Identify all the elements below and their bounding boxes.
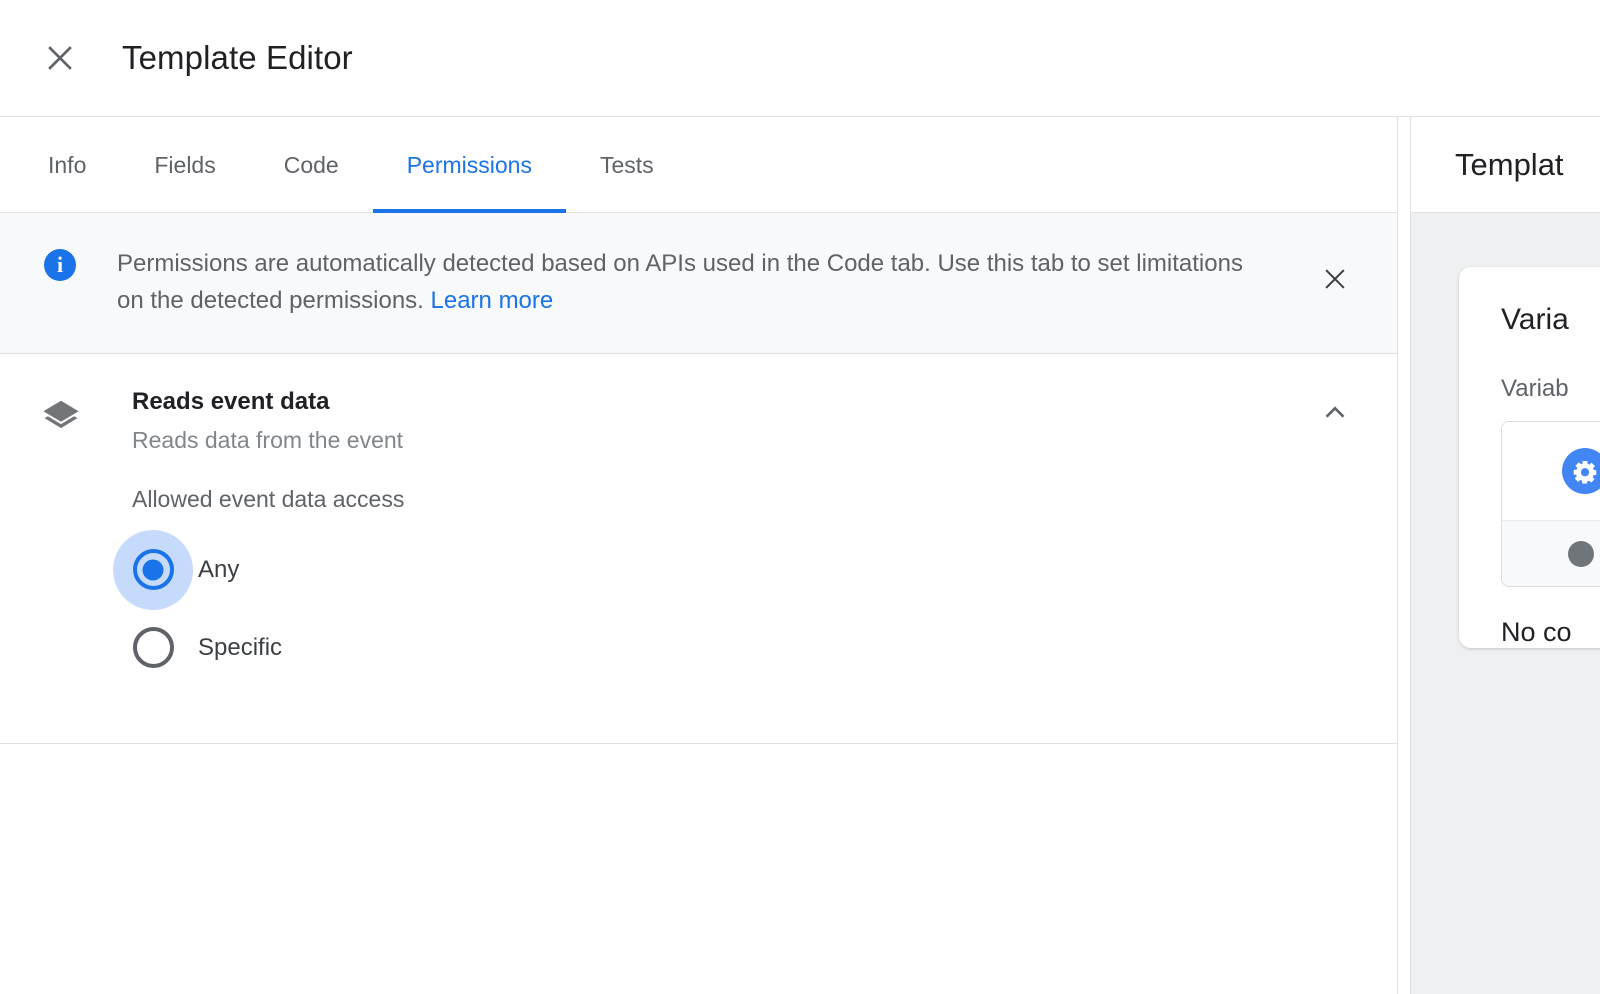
tab-label: Tests xyxy=(599,151,654,178)
tab-code[interactable]: Code xyxy=(250,117,373,213)
permission-body: Allowed event data access Any Specific xyxy=(0,476,1397,743)
variable-icon-glyph xyxy=(1573,461,1597,484)
preview-card: Varia Variab No co xyxy=(1459,267,1600,648)
info-icon: i xyxy=(44,249,76,281)
permission-titles: Reads event data Reads data from the eve… xyxy=(132,386,403,455)
preview-variable-box-bottom xyxy=(1502,520,1600,586)
close-editor-button[interactable] xyxy=(36,34,84,82)
radio-label: Specific xyxy=(198,633,283,661)
allowed-access-label: Allowed event data access xyxy=(132,485,405,512)
close-icon xyxy=(1325,269,1345,289)
close-icon xyxy=(48,46,72,70)
tab-fields[interactable]: Fields xyxy=(120,117,249,213)
editor-tabs: Info Fields Code Permissions Tests xyxy=(0,117,1397,213)
radio-button xyxy=(132,549,174,591)
preview-variable-box[interactable] xyxy=(1501,421,1600,587)
dot-icon xyxy=(1568,540,1594,567)
tab-label: Code xyxy=(283,151,339,178)
preview-pane-header: Templat xyxy=(1411,117,1600,213)
variable-icon xyxy=(1562,448,1600,494)
tab-info[interactable]: Info xyxy=(14,117,120,213)
allowed-access-radio-group: Any Specific xyxy=(0,529,1397,687)
permission-header[interactable]: Reads event data Reads data from the eve… xyxy=(0,354,1397,475)
preview-card-subtitle: Variab xyxy=(1501,375,1569,402)
tab-label: Info xyxy=(48,151,87,178)
collapse-permission-button[interactable] xyxy=(1313,390,1357,434)
info-banner-message: Permissions are automatically detected b… xyxy=(117,250,1243,315)
radio-selected-dot xyxy=(142,559,164,581)
tab-permissions[interactable]: Permissions xyxy=(372,117,567,213)
preview-card-footer: No co xyxy=(1501,617,1572,647)
tab-label: Fields xyxy=(154,151,216,178)
preview-variable-box-top xyxy=(1502,422,1600,520)
radio-option-any[interactable]: Any xyxy=(0,529,1397,610)
radio-hit-area xyxy=(113,608,193,688)
template-editor-window: Template Editor Info Fields Code Permiss… xyxy=(0,0,1600,994)
layers-icon xyxy=(36,392,86,442)
layers-icon-glyph xyxy=(43,401,79,429)
permission-group-reads-event-data: Reads event data Reads data from the eve… xyxy=(0,354,1397,744)
info-banner-text: Permissions are automatically detected b… xyxy=(117,245,1267,319)
preview-pane-body: Varia Variab No co xyxy=(1411,213,1600,994)
page-title: Template Editor xyxy=(122,39,353,76)
radio-option-specific[interactable]: Specific xyxy=(0,609,1397,687)
template-preview-pane: Templat Varia Variab No co xyxy=(1410,117,1600,994)
radio-button xyxy=(132,627,174,669)
radio-label: Any xyxy=(198,555,240,583)
permission-title: Reads event data xyxy=(132,388,330,416)
dismiss-banner-button[interactable] xyxy=(1315,259,1355,299)
learn-more-link[interactable]: Learn more xyxy=(431,287,554,314)
permission-subtitle: Reads data from the event xyxy=(132,426,404,453)
editor-main-pane: Info Fields Code Permissions Tests i Per… xyxy=(0,117,1398,994)
radio-hit-area xyxy=(113,529,193,610)
tab-tests[interactable]: Tests xyxy=(566,117,688,213)
preview-card-title: Varia xyxy=(1501,303,1569,336)
tab-label: Permissions xyxy=(406,151,532,178)
chevron-up-icon xyxy=(1325,406,1345,418)
window-header: Template Editor xyxy=(0,0,1600,117)
preview-pane-title: Templat xyxy=(1455,146,1564,182)
permissions-info-banner: i Permissions are automatically detected… xyxy=(0,213,1397,355)
